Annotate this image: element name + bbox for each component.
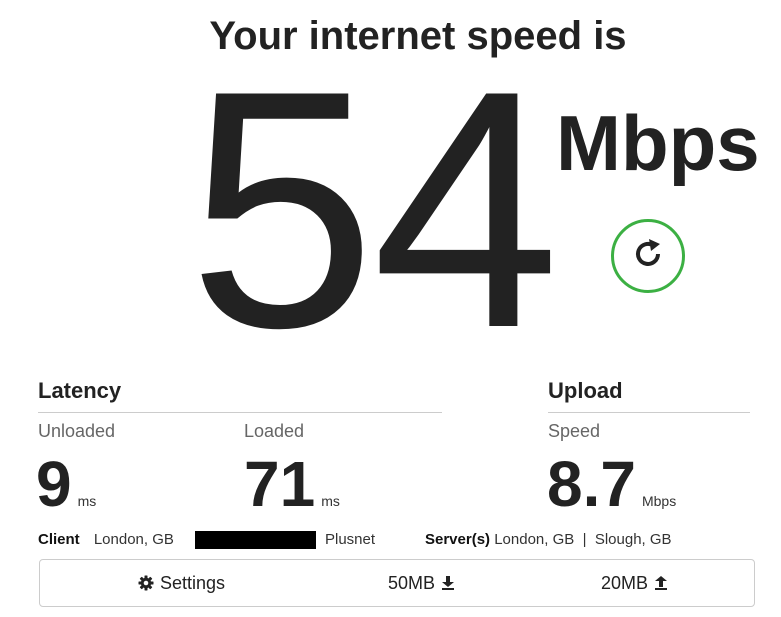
- download-size-label: 50MB: [388, 572, 436, 593]
- server-info: Server(s) London, GB | Slough, GB: [425, 531, 672, 548]
- latency-title: Latency: [38, 378, 122, 403]
- client-label: Client: [38, 531, 80, 548]
- refresh-button[interactable]: [611, 219, 685, 293]
- loaded-latency: 71 ms: [244, 452, 340, 516]
- settings-button[interactable]: Settings: [138, 560, 225, 606]
- upload-size-label: 20MB: [601, 572, 649, 593]
- upload-speed-unit: Mbps: [641, 493, 677, 509]
- loaded-latency-value: 71: [244, 448, 316, 520]
- upload-speed-label: Speed: [548, 421, 601, 441]
- latency-divider: [38, 412, 442, 413]
- download-size-option[interactable]: 50MB: [388, 560, 455, 606]
- unloaded-latency-value: 9: [36, 448, 72, 520]
- refresh-icon: [629, 235, 667, 278]
- client-info: Client London, GB: [38, 531, 174, 548]
- upload-size-option[interactable]: 20MB: [601, 560, 668, 606]
- upload-speed-value: 8.7: [547, 448, 636, 520]
- download-speed-unit: Mbps: [556, 99, 760, 187]
- test-settings-bar: Settings 50MB 20MB: [39, 559, 755, 607]
- gear-icon: [138, 575, 154, 591]
- redacted-ip: [195, 531, 316, 549]
- unloaded-label: Unloaded: [38, 421, 116, 441]
- unloaded-latency: 9 ms: [36, 452, 96, 516]
- server-label: Server(s): [425, 531, 491, 548]
- upload-speed: 8.7 Mbps: [547, 452, 676, 516]
- download-speed-value: 54: [188, 20, 560, 398]
- server-list: London, GB | Slough, GB: [494, 531, 672, 548]
- loaded-label: Loaded: [244, 421, 305, 441]
- download-arrow-icon: [442, 576, 455, 590]
- settings-label: Settings: [160, 572, 226, 593]
- unloaded-latency-unit: ms: [77, 493, 97, 509]
- upload-title: Upload: [548, 378, 623, 403]
- loaded-latency-unit: ms: [321, 493, 340, 509]
- upload-divider: [548, 412, 750, 413]
- client-isp: Plusnet: [325, 531, 376, 548]
- client-location: London, GB: [93, 531, 174, 548]
- upload-arrow-icon: [655, 576, 668, 590]
